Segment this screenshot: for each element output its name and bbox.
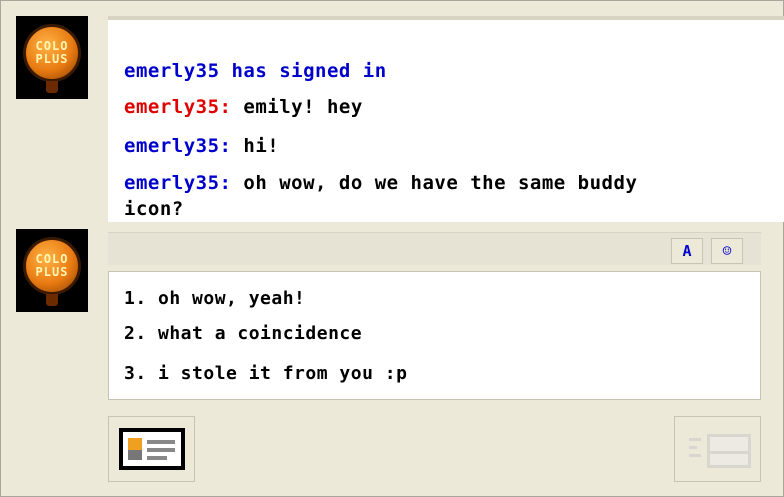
smiley-button[interactable]: ☺: [711, 238, 743, 264]
reply-option-3[interactable]: 3. i stole it from you :p: [124, 363, 407, 384]
send-mail-button[interactable]: [674, 416, 761, 482]
profile-button[interactable]: [108, 416, 195, 482]
message-text: oh wow, do we have the same buddy: [231, 172, 638, 194]
my-avatar: COLO PLUS: [16, 229, 88, 312]
message-input[interactable]: 1. oh wow, yeah! 2. what a coincidence 3…: [108, 271, 761, 400]
reply-option-1[interactable]: 1. oh wow, yeah!: [124, 288, 305, 309]
buddy-avatar: COLO PLUS: [16, 16, 88, 99]
avatar-text-2: PLUS: [35, 264, 69, 279]
profile-card-icon: [118, 428, 185, 470]
font-button[interactable]: A: [671, 238, 703, 264]
sender-name: emerly35:: [124, 172, 232, 194]
chat-window: COLO PLUS emerly35 has signed in emerly3…: [0, 0, 784, 497]
chat-message: emerly35: oh wow, do we have the same bu…: [124, 172, 637, 194]
avatar-text-1: COLO: [35, 38, 69, 53]
format-toolbar: A ☺: [108, 232, 761, 265]
chat-message: emerly35: hi!: [124, 135, 279, 157]
chat-log: emerly35 has signed in emerly35: emily! …: [108, 16, 784, 222]
avatar-text-1: COLO: [35, 251, 69, 266]
sender-name: emerly35:: [124, 135, 232, 157]
buddy-icon: COLO PLUS: [23, 23, 81, 82]
buddy-icon: COLO PLUS: [23, 236, 81, 295]
reply-option-2[interactable]: 2. what a coincidence: [124, 323, 362, 344]
system-message: emerly35 has signed in: [124, 60, 387, 82]
chat-message: emerly35: emily! hey: [124, 96, 363, 118]
message-text: hi!: [231, 135, 280, 157]
message-continuation: icon?: [124, 198, 184, 220]
sender-name: emerly35:: [124, 96, 232, 118]
message-text: emily! hey: [231, 96, 363, 118]
avatar-text-2: PLUS: [35, 51, 69, 66]
mail-icon: [685, 428, 751, 470]
